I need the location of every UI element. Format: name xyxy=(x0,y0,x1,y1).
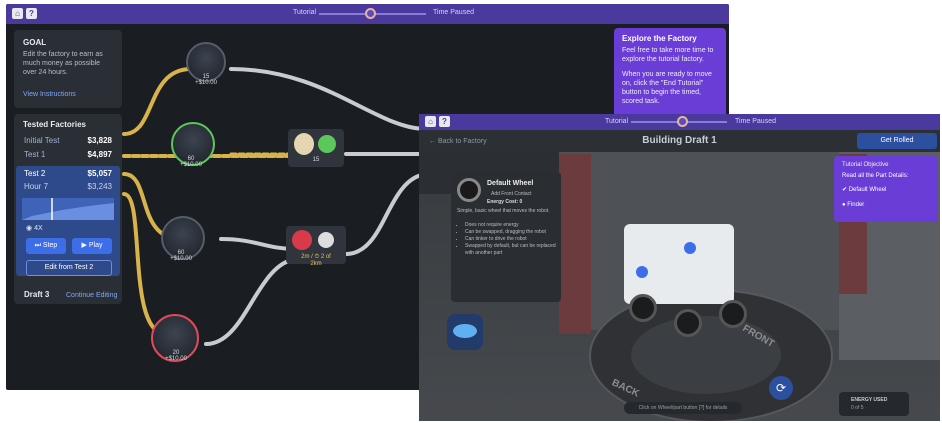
part-energy: Energy Cost: 0 xyxy=(487,199,523,205)
view-instructions-link[interactable]: View Instructions xyxy=(23,90,76,99)
node-label: 60 +$10.00 xyxy=(171,156,211,168)
objective-item: ✔ Default Wheel xyxy=(842,187,887,193)
objective-item-label: Default Wheel xyxy=(848,187,887,193)
test-value: $4,897 xyxy=(87,150,112,159)
part-description: Simple, basic wheel that moves the robot… xyxy=(457,208,550,214)
wheel[interactable] xyxy=(719,300,747,328)
rotate-button[interactable]: ⟳ xyxy=(769,376,793,400)
hour-label: Hour 7 xyxy=(24,182,49,191)
explore-text: When you are ready to move on, click the… xyxy=(622,71,712,105)
sensor-icon xyxy=(636,266,648,278)
time-paused-label: Time Paused xyxy=(735,118,776,125)
speed-label: ◉ 4X xyxy=(26,225,43,232)
test-value: $3,828 xyxy=(87,136,112,145)
home-icon[interactable]: ⌂ xyxy=(425,116,436,127)
node-price: +$10.00 xyxy=(170,256,192,262)
done-button[interactable]: Get Rolled xyxy=(857,133,937,149)
play-button[interactable]: ▶ Play xyxy=(72,238,112,254)
test-label: Test 1 xyxy=(24,150,46,159)
node-price: +$10.00 xyxy=(195,80,217,86)
objective-heading: Tutorial Objective xyxy=(842,162,889,168)
earnings-sparkline xyxy=(22,198,114,220)
energy-value: 0 of 5 xyxy=(851,405,864,411)
continue-editing-link[interactable]: Continue Editing xyxy=(66,291,117,300)
test-value: $5,057 xyxy=(87,169,112,178)
test-label: Test 2 xyxy=(24,169,46,178)
assembly-station[interactable]: 15 xyxy=(288,129,344,167)
robot-body[interactable] xyxy=(624,224,734,304)
node-label: 20 +$10.00 xyxy=(156,350,196,362)
part-bullet: Can tinker to drive the robot xyxy=(465,236,565,243)
sensor-icon xyxy=(684,242,696,254)
product-icon xyxy=(292,230,312,250)
draft-label: Draft 3 xyxy=(24,290,50,299)
help-icon[interactable]: ? xyxy=(439,116,450,127)
wheel[interactable] xyxy=(629,294,657,322)
energy-panel: ENERGY USED 0 of 5 xyxy=(839,392,909,416)
node-label: 15 +$10.00 xyxy=(186,74,226,86)
back-label: BACK xyxy=(610,377,641,400)
goal-panel: GOAL Edit the factory to earn as much mo… xyxy=(14,30,122,108)
node-price: +$10.00 xyxy=(165,356,187,362)
assembly-count: 15 xyxy=(312,157,320,163)
energy-label: ENERGY USED xyxy=(851,397,888,403)
step-button-label: Step xyxy=(42,242,58,249)
hint-bar: Click on Wheel/part button [?] for detai… xyxy=(624,402,742,414)
flask-icon xyxy=(453,324,477,338)
test-row-selected[interactable]: Test 2 $5,057 xyxy=(24,169,112,181)
test-row[interactable]: Initial Test $3,828 xyxy=(24,136,112,148)
part-bullet: Can be swapped, dragging the robot xyxy=(465,229,565,236)
builder-window: ⌂ ? Tutorial Time Paused ← Back to Facto… xyxy=(419,114,940,421)
objective-text: Read all the Part Details: xyxy=(842,173,909,179)
part-name: Default Wheel xyxy=(487,180,534,187)
tested-factories-panel: Tested Factories Initial Test $3,828 Tes… xyxy=(14,114,122,304)
tested-factories-heading: Tested Factories xyxy=(23,120,86,129)
part-bullet: Does not require energy xyxy=(465,222,565,229)
top-bar: ⌂ ? Tutorial Time Paused xyxy=(419,114,940,130)
objective-item: ● Finder xyxy=(842,202,865,208)
speed-value: 4X xyxy=(34,225,43,232)
wheel[interactable] xyxy=(674,309,702,337)
part-slot[interactable] xyxy=(447,314,483,350)
goal-text: Edit the factory to earn as much money a… xyxy=(23,51,103,76)
goal-heading: GOAL xyxy=(23,38,47,47)
node-price: +$10.00 xyxy=(180,162,202,168)
timeline-knob[interactable] xyxy=(677,116,688,127)
test-row[interactable]: Test 1 $4,897 xyxy=(24,150,112,162)
explore-text: Feel free to take more time to explore t… xyxy=(622,47,714,63)
explore-title: Explore the Factory xyxy=(622,34,697,43)
explore-tooltip: Explore the Factory Feel free to take mo… xyxy=(614,28,726,122)
step-button[interactable]: ⏭ Step xyxy=(26,238,66,254)
wheel-icon xyxy=(457,178,481,202)
objective-item-label: Finder xyxy=(847,202,865,208)
product-icon xyxy=(294,133,314,155)
part-details-panel: Default Wheel Add Front Contact Energy C… xyxy=(451,172,561,302)
objective-panel: Tutorial Objective Read all the Part Det… xyxy=(834,156,938,222)
product-icon xyxy=(318,232,334,248)
product-icon xyxy=(318,135,336,153)
part-bullet: Swapped by default, but can be replaced … xyxy=(465,243,565,257)
part-bullet-list: Does not require energy Can be swapped, … xyxy=(451,222,565,257)
hour-value: $3,243 xyxy=(87,182,112,191)
edit-from-test-button[interactable]: Edit from Test 2 xyxy=(26,260,112,276)
play-button-label: Play xyxy=(88,242,103,249)
hour-row: Hour 7 $3,243 xyxy=(24,182,112,194)
builder-header: ← Back to Factory Building Draft 1 Get R… xyxy=(419,130,940,152)
turntable-center xyxy=(631,316,781,394)
test-label: Initial Test xyxy=(24,136,60,145)
node-label: 60 +$10.00 xyxy=(161,250,201,262)
assembly-label: 2m / ⏱ 2 of 2km xyxy=(301,254,331,267)
assembly-station[interactable]: 2m / ⏱ 2 of 2km xyxy=(286,226,346,267)
tutorial-label: Tutorial xyxy=(605,118,629,125)
